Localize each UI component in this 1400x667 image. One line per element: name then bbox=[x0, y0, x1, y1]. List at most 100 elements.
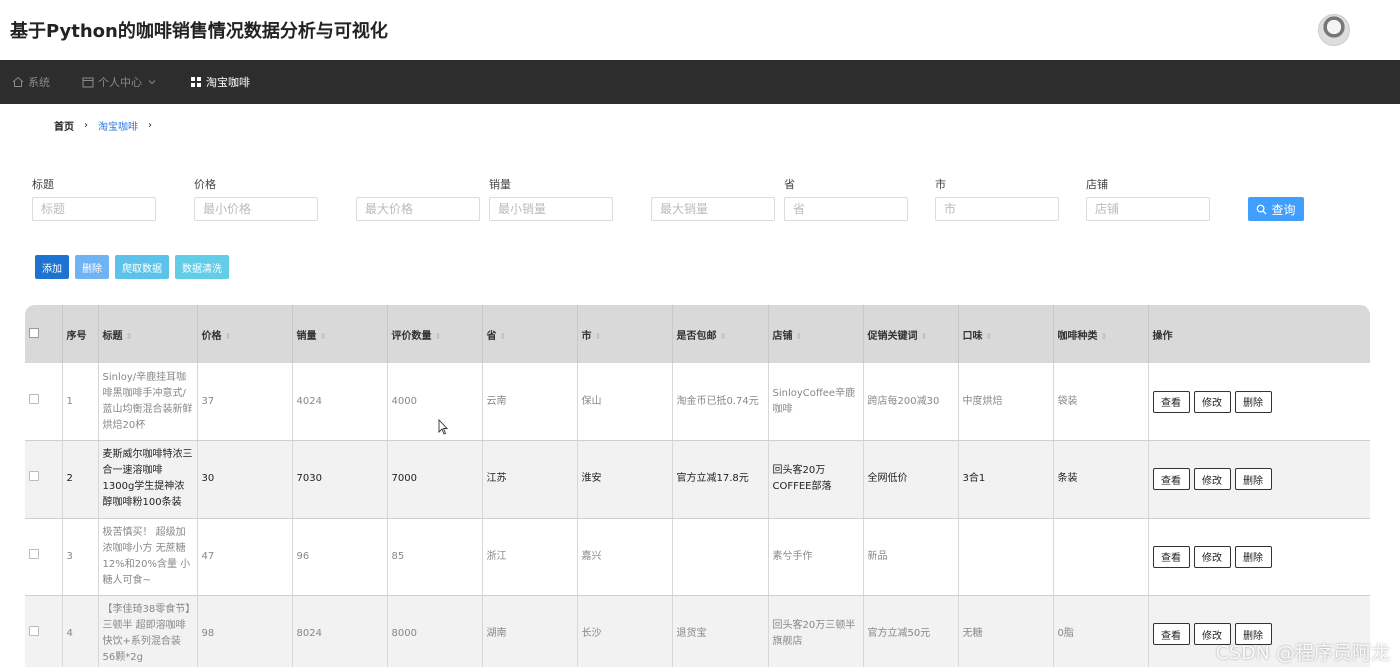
sort-icon[interactable]: ⇕ bbox=[921, 332, 928, 341]
edit-button[interactable]: 修改 bbox=[1193, 545, 1231, 568]
cell-reviews: 85 bbox=[387, 518, 483, 596]
province-label: 省 bbox=[784, 178, 795, 191]
province-input[interactable] bbox=[784, 197, 908, 221]
sort-icon[interactable]: ⇕ bbox=[720, 332, 727, 341]
row-checkbox[interactable] bbox=[29, 471, 39, 482]
shop-input[interactable] bbox=[1086, 197, 1210, 221]
nav-item-taobao-coffee[interactable]: 淘宝咖啡 bbox=[190, 74, 250, 90]
clean-data-button[interactable]: 数据清洗 bbox=[175, 255, 229, 279]
search-button[interactable]: 查询 bbox=[1248, 197, 1304, 221]
cell-coffee-type: 条装 bbox=[1053, 440, 1149, 519]
delete-button[interactable]: 删除 bbox=[1234, 468, 1272, 491]
cell-city: 长沙 bbox=[577, 595, 673, 667]
app-header: 基于Python的咖啡销售情况数据分析与可视化 bbox=[0, 0, 1400, 60]
city-input[interactable] bbox=[935, 197, 1059, 221]
sort-icon[interactable]: ⇕ bbox=[796, 332, 803, 341]
max-sales-input[interactable] bbox=[651, 197, 775, 221]
cell-promo: 全网低价 bbox=[863, 440, 959, 519]
cell-flavor: 无糖 bbox=[958, 595, 1054, 667]
sort-icon[interactable]: ⇕ bbox=[126, 332, 133, 341]
nav-item-personal-center[interactable]: 个人中心 bbox=[82, 74, 158, 90]
cell-coffee-type: 0脂 bbox=[1053, 595, 1149, 667]
cell-shop: 素兮手作 bbox=[768, 518, 864, 596]
view-button[interactable]: 查看 bbox=[1152, 390, 1190, 413]
sort-icon[interactable]: ⇕ bbox=[500, 332, 507, 341]
table-row: 1 Sinloy/辛鹿挂耳咖啡黑咖啡手冲意式/蓝山均衡混合装新鲜烘焙20杯 37… bbox=[25, 363, 1370, 441]
delete-button[interactable]: 删除 bbox=[1234, 545, 1272, 568]
select-all-checkbox[interactable] bbox=[29, 327, 39, 338]
column-header-sales[interactable]: 销量 ⇕ bbox=[292, 305, 388, 363]
nav-item-label: 淘宝咖啡 bbox=[206, 76, 250, 89]
cell-shipping: 退货宝 bbox=[672, 595, 769, 667]
column-header-shipping[interactable]: 是否包邮 ⇕ bbox=[672, 305, 769, 363]
mouse-cursor-icon bbox=[438, 419, 448, 435]
delete-button[interactable]: 删除 bbox=[1234, 390, 1272, 413]
column-header-shop[interactable]: 店铺 ⇕ bbox=[768, 305, 864, 363]
cell-province: 浙江 bbox=[482, 518, 578, 596]
sort-icon[interactable]: ⇕ bbox=[595, 332, 602, 341]
cell-index: 4 bbox=[62, 595, 99, 667]
edit-button[interactable]: 修改 bbox=[1193, 390, 1231, 413]
table-row: 4 【李佳琦38零食节】三顿半 超即溶咖啡快饮+系列混合装56颗*2g 98 8… bbox=[25, 595, 1370, 667]
edit-button[interactable]: 修改 bbox=[1193, 468, 1231, 491]
column-header-promo[interactable]: 促销关键词 ⇕ bbox=[863, 305, 959, 363]
add-button[interactable]: 添加 bbox=[35, 255, 69, 279]
cell-shipping: 官方立减17.8元 bbox=[672, 440, 769, 519]
row-checkbox[interactable] bbox=[29, 626, 39, 637]
breadcrumb-home[interactable]: 首页 bbox=[54, 118, 74, 133]
search-icon bbox=[1257, 204, 1268, 215]
column-header-label: 口味 bbox=[962, 330, 983, 342]
column-header-label: 销量 bbox=[296, 330, 317, 342]
sort-icon[interactable]: ⇕ bbox=[225, 332, 232, 341]
avatar[interactable] bbox=[1318, 14, 1350, 46]
column-header-title[interactable]: 标题 ⇕ bbox=[98, 305, 198, 363]
min-sales-input[interactable] bbox=[489, 197, 613, 221]
column-header-label: 店铺 bbox=[772, 330, 793, 342]
cell-shop: 回头客20万COFFEE部落 bbox=[768, 440, 864, 519]
nav-item-label: 个人中心 bbox=[98, 76, 142, 89]
cell-city: 嘉兴 bbox=[577, 518, 673, 596]
view-button[interactable]: 查看 bbox=[1152, 545, 1190, 568]
max-price-input[interactable] bbox=[356, 197, 480, 221]
view-button[interactable]: 查看 bbox=[1152, 623, 1190, 646]
row-checkbox[interactable] bbox=[29, 548, 39, 559]
sort-icon[interactable]: ⇕ bbox=[1101, 332, 1108, 341]
view-button[interactable]: 查看 bbox=[1152, 468, 1190, 491]
breadcrumb-current[interactable]: 淘宝咖啡 bbox=[98, 118, 138, 133]
cell-price: 30 bbox=[197, 440, 293, 519]
sort-icon[interactable]: ⇕ bbox=[986, 332, 993, 341]
column-header-label: 市 bbox=[581, 330, 592, 342]
sales-label: 销量 bbox=[489, 178, 511, 191]
column-header-reviews[interactable]: 评价数量 ⇕ bbox=[387, 305, 483, 363]
cell-index: 1 bbox=[62, 363, 99, 441]
cell-city: 淮安 bbox=[577, 440, 673, 519]
cell-city: 保山 bbox=[577, 363, 673, 441]
shop-label: 店铺 bbox=[1086, 178, 1108, 191]
chevron-right-icon: › bbox=[148, 119, 152, 131]
grid-icon bbox=[191, 77, 201, 87]
column-header-flavor[interactable]: 口味 ⇕ bbox=[958, 305, 1054, 363]
sort-icon[interactable]: ⇕ bbox=[320, 332, 327, 341]
top-nav: 系统 个人中心 淘宝咖啡 bbox=[0, 60, 1400, 104]
data-table: 序号 标题 ⇕ 价格 ⇕ 销量 ⇕ 评价数量 ⇕ 省 ⇕ 市 ⇕ 是否包邮 ⇕ 店铺 ⇕ 促销关… bbox=[25, 305, 1370, 667]
column-header: 序号 bbox=[62, 305, 99, 363]
min-price-input[interactable] bbox=[194, 197, 318, 221]
cell-sales: 96 bbox=[292, 518, 388, 596]
column-header-label: 标题 bbox=[102, 330, 123, 342]
cell-province: 湖南 bbox=[482, 595, 578, 667]
title-input[interactable] bbox=[32, 197, 156, 221]
column-header-province[interactable]: 省 ⇕ bbox=[482, 305, 578, 363]
cell-sales: 4024 bbox=[292, 363, 388, 441]
column-header-price[interactable]: 价格 ⇕ bbox=[197, 305, 293, 363]
batch-delete-button[interactable]: 删除 bbox=[75, 255, 109, 279]
cell-promo: 跨店每200减30 bbox=[863, 363, 959, 441]
column-header-city[interactable]: 市 ⇕ bbox=[577, 305, 673, 363]
nav-item-system[interactable]: 系统 bbox=[12, 74, 50, 90]
sort-icon[interactable]: ⇕ bbox=[435, 332, 442, 341]
row-checkbox[interactable] bbox=[29, 393, 39, 404]
crawl-data-button[interactable]: 爬取数据 bbox=[115, 255, 169, 279]
column-header-label: 咖啡种类 bbox=[1057, 330, 1098, 342]
cell-flavor: 中度烘焙 bbox=[958, 363, 1054, 441]
column-header-coffee-type[interactable]: 咖啡种类 ⇕ bbox=[1053, 305, 1149, 363]
cell-province: 江苏 bbox=[482, 440, 578, 519]
